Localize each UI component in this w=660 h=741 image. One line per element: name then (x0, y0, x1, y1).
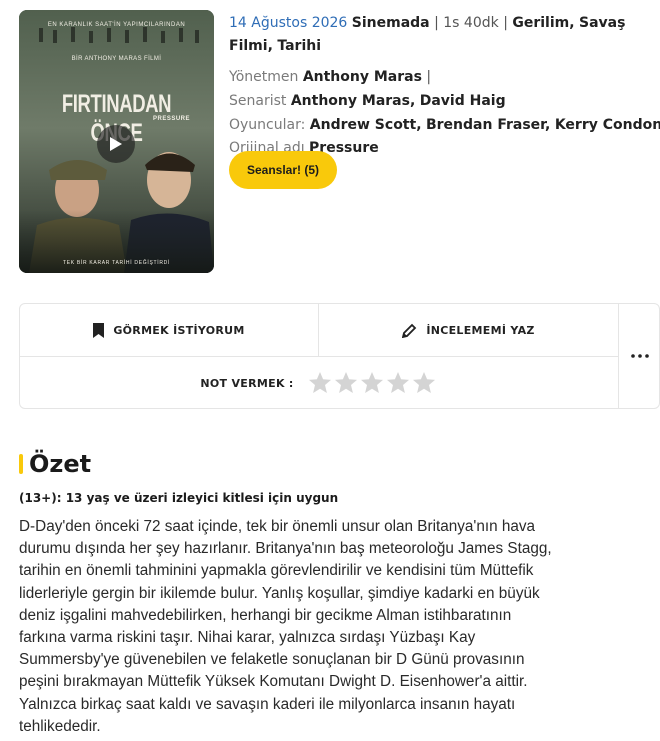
summary-title: Özet (29, 450, 92, 478)
play-trailer-button[interactable] (97, 125, 135, 163)
director-line: Yönetmen Anthony Maras | (229, 69, 432, 85)
synopsis-line: tarihin en önemli tahminini yapmakla gör… (19, 562, 534, 580)
more-dots-icon (630, 354, 649, 358)
more-options-button[interactable] (618, 304, 660, 408)
pencil-icon (402, 323, 417, 338)
age-rating: (13+): 13 yaş ve üzeri izleyici kitlesi … (19, 491, 339, 505)
director-label: Yönetmen (229, 69, 299, 85)
poster-director-credit: BİR ANTHONY MARAS FİLMİ (71, 56, 162, 62)
writer-link[interactable]: Anthony Maras (291, 93, 410, 109)
rating-star-icon[interactable] (386, 371, 410, 395)
cast-label: Oyuncular: (229, 117, 306, 133)
poster-subtitle: PRESSURE (152, 116, 190, 122)
release-line: 14 Ağustos 2026 Sinemada | 1s 40dk | Ger… (229, 15, 626, 54)
genre-link[interactable]: Tarihi (277, 38, 321, 54)
rating-star-icon[interactable] (308, 371, 332, 395)
writer-line: Senarist Anthony Maras, David Haig (229, 93, 506, 109)
synopsis-line: deniz işgalini mahvedebilirken, herhangi… (19, 606, 512, 624)
rating-star-icon[interactable] (412, 371, 436, 395)
release-date[interactable]: 14 Ağustos 2026 (229, 15, 347, 31)
synopsis-line: durumu dışında her şey hazırlanır. Brita… (19, 540, 552, 558)
want-to-watch-button[interactable]: GÖRMEK İSTİYORUM (20, 304, 319, 357)
movie-info: 14 Ağustos 2026 Sinemada | 1s 40dk | Ger… (229, 12, 660, 160)
rating-star-icon[interactable] (334, 371, 358, 395)
bookmark-icon (93, 322, 105, 338)
movie-poster[interactable]: EN KARANLIK SAAT'İN YAPIMCILARINDAN BİR … (19, 10, 214, 273)
rating-star-icon[interactable] (360, 371, 384, 395)
writer-link[interactable]: David Haig (420, 93, 506, 109)
want-to-watch-label: GÖRMEK İSTİYORUM (113, 323, 245, 337)
synopsis-line: Summersby'ye güvenebilen ve felaketle so… (19, 651, 525, 669)
release-status: Sinemada (351, 15, 430, 31)
director-link[interactable]: Anthony Maras (303, 69, 422, 85)
actions-panel: GÖRMEK İSTİYORUM İNCELEMEMİ YAZ NOT VERM… (19, 303, 660, 409)
cast-line: Oyuncular: Andrew Scott, Brendan Fraser,… (229, 114, 660, 137)
poster-bottom-line: TEK BİR KARAR TARİHİ DEĞİŞTİRDİ (62, 260, 171, 266)
synopsis: D-Day'den önceki 72 saat içinde, tek bir… (19, 516, 660, 738)
synopsis-line: liderleriyle gergin bir ikilemde bulur. … (19, 584, 540, 602)
cast-link[interactable]: Kerry Condon (555, 117, 660, 133)
showtimes-button[interactable]: Seanslar! (5) (229, 151, 337, 189)
synopsis-line: farkına varma riskini taşır. Nihai karar… (19, 629, 476, 647)
synopsis-line: D-Day'den önceki 72 saat içinde, tek bir… (19, 518, 536, 535)
duration: 1s 40dk (443, 15, 499, 31)
play-icon (110, 137, 122, 151)
cast-link[interactable]: Andrew Scott (310, 117, 416, 133)
rating-stars (308, 371, 438, 395)
synopsis-line: peşini bırakmayan Müttefik Yüksek Komuta… (19, 673, 528, 691)
section-accent-bar (19, 454, 23, 474)
synopsis-line: tehlikededir. (19, 717, 101, 735)
poster-tagline: EN KARANLIK SAAT'İN YAPIMCILARINDAN (47, 22, 186, 28)
write-review-label: İNCELEMEMİ YAZ (426, 323, 535, 337)
rate-label: NOT VERMEK : (200, 376, 294, 390)
writer-label: Senarist (229, 93, 287, 109)
summary-header: Özet (19, 450, 91, 478)
rating-row: NOT VERMEK : (20, 357, 618, 409)
write-review-button[interactable]: İNCELEMEMİ YAZ (319, 304, 618, 357)
genre-link[interactable]: Gerilim (512, 15, 569, 31)
synopsis-line: Yalnızca birkaç saat kaldı ve savaşın ka… (19, 695, 516, 713)
cast-link[interactable]: Brendan Fraser (426, 117, 545, 133)
